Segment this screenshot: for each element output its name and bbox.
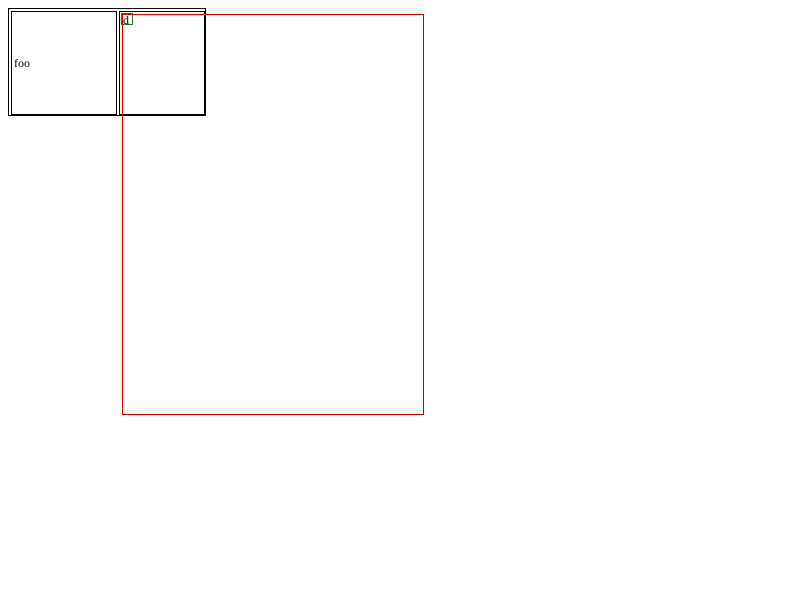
table-cell-left-text: foo: [14, 56, 30, 70]
red-overlay-rectangle: [122, 14, 424, 415]
green-marker-text: d: [123, 13, 129, 27]
green-marker-box: d: [121, 13, 133, 27]
table-cell-left: foo: [11, 11, 117, 115]
